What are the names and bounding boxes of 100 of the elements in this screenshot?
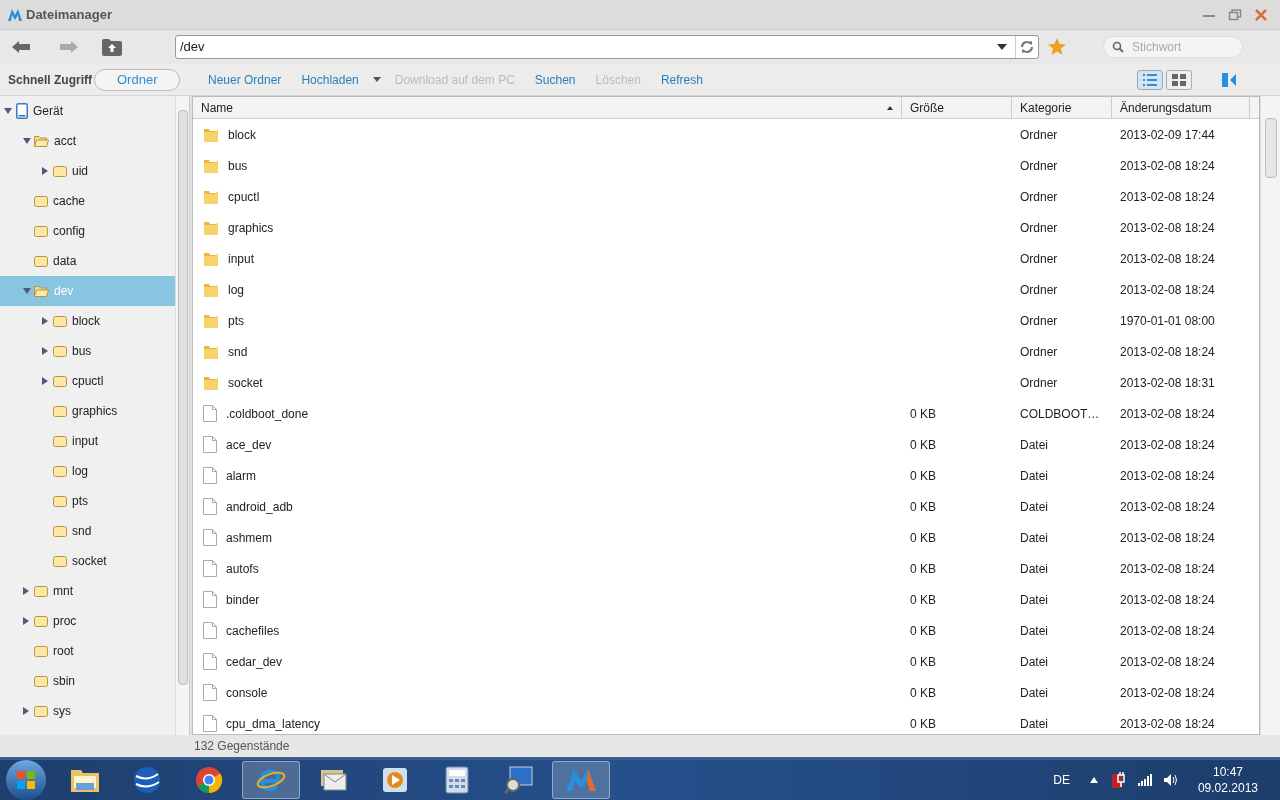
column-header[interactable]: Größe <box>910 98 944 117</box>
expanded-arrow-icon[interactable] <box>23 288 31 294</box>
file-name[interactable]: input <box>228 249 255 268</box>
tree-item[interactable]: log <box>0 456 175 486</box>
file-name[interactable]: graphics <box>228 218 274 237</box>
collapsed-arrow-icon[interactable] <box>23 587 29 595</box>
tree-item[interactable]: config <box>0 216 175 246</box>
scrollbar[interactable] <box>1260 96 1280 735</box>
collapsed-arrow-icon[interactable] <box>42 317 48 325</box>
tree-item[interactable]: acct <box>0 126 175 156</box>
power-plug-icon[interactable] <box>1111 772 1126 788</box>
collapsed-arrow-icon[interactable] <box>23 707 29 715</box>
column-header[interactable]: Änderungsdatum <box>1120 98 1212 117</box>
scrollbar[interactable] <box>175 96 189 735</box>
toolbar-button[interactable]: Neuer Ordner <box>198 68 292 91</box>
tree-item[interactable]: uid <box>0 156 175 186</box>
dropdown-caret-icon[interactable] <box>372 77 381 82</box>
file-name[interactable]: snd <box>228 342 248 361</box>
file-name[interactable]: binder <box>226 590 260 609</box>
file-name[interactable]: bus <box>228 156 248 175</box>
folder-icon <box>34 195 48 207</box>
file-name[interactable]: block <box>228 125 256 144</box>
panel-tab[interactable]: Schnell Zugriff <box>6 68 94 91</box>
tree-item[interactable]: snd <box>0 516 175 546</box>
dropdown-caret-icon[interactable] <box>997 44 1007 50</box>
list-view-button[interactable] <box>1137 69 1163 90</box>
file-name[interactable]: pts <box>228 311 244 330</box>
collapsed-arrow-icon[interactable] <box>42 377 48 385</box>
file-name[interactable]: log <box>228 280 244 299</box>
folder-icon <box>34 585 48 597</box>
tree-label: graphics <box>72 403 118 420</box>
address-bar[interactable]: /dev <box>175 35 1039 59</box>
toolbar-button[interactable]: Suchen <box>524 68 586 91</box>
file-name[interactable]: console <box>226 683 268 702</box>
tree-label: pts <box>72 493 88 510</box>
file-category: Ordner <box>1020 344 1058 359</box>
file-name[interactable]: cedar_dev <box>226 652 283 671</box>
file-name[interactable]: socket <box>228 373 263 392</box>
folder-icon <box>34 225 48 237</box>
sort-ascending-icon[interactable] <box>887 105 893 110</box>
address-field[interactable]: /dev <box>176 37 997 57</box>
tree-item[interactable]: socket <box>0 546 175 576</box>
tree-item[interactable]: bus <box>0 336 175 366</box>
start-button[interactable] <box>6 760 46 800</box>
tree-item[interactable]: input <box>0 426 175 456</box>
expanded-arrow-icon[interactable] <box>4 108 12 114</box>
tree-item[interactable]: cache <box>0 186 175 216</box>
restore-icon[interactable] <box>1228 7 1242 22</box>
file-name[interactable]: ace_dev <box>226 435 272 454</box>
tree-item[interactable]: proc <box>0 606 175 636</box>
letter-e-icon <box>256 766 286 794</box>
expanded-arrow-icon[interactable] <box>23 138 31 144</box>
search-field[interactable]: Stichwort <box>1132 38 1232 56</box>
speaker-icon[interactable] <box>1163 773 1178 787</box>
file-category: Datei <box>1020 468 1048 483</box>
star-icon[interactable] <box>1047 37 1067 57</box>
modified-date: 2013-02-08 18:24 <box>1120 251 1215 266</box>
file-name[interactable]: alarm <box>226 466 256 485</box>
refresh-icon[interactable] <box>1020 40 1034 54</box>
tree-item[interactable]: cpuctl <box>0 366 175 396</box>
file-name[interactable]: .coldboot_done <box>226 404 309 423</box>
tree-item[interactable]: sbin <box>0 666 175 696</box>
file-category: Ordner <box>1020 375 1058 390</box>
collapsed-arrow-icon[interactable] <box>42 167 48 175</box>
file-name[interactable]: cpuctl <box>228 187 260 206</box>
file-size: 0 KB <box>910 685 936 700</box>
folder-icon <box>203 126 219 143</box>
clock-date[interactable]: 09.02.2013 <box>1197 780 1258 796</box>
tree-item[interactable]: mnt <box>0 576 175 606</box>
tree-item[interactable]: Gerät <box>0 96 175 126</box>
file-name[interactable]: autofs <box>226 559 259 578</box>
tree-item[interactable]: root <box>0 636 175 666</box>
file-category: Datei <box>1020 561 1048 576</box>
folder-icon <box>53 525 67 537</box>
signal-bars-icon[interactable] <box>1137 774 1152 786</box>
grid-view-button[interactable] <box>1166 69 1192 90</box>
panel-toggle-icon[interactable] <box>1222 72 1236 87</box>
file-name[interactable]: cachefiles <box>226 621 280 640</box>
folder-icon <box>203 343 219 360</box>
tree-item[interactable]: data <box>0 246 175 276</box>
file-icon <box>203 498 217 515</box>
column-header[interactable]: Kategorie <box>1020 98 1072 117</box>
tree-item[interactable]: sys <box>0 696 175 726</box>
tree-item[interactable]: graphics <box>0 396 175 426</box>
toolbar-button[interactable]: Refresh <box>650 68 713 91</box>
toolbar-button[interactable]: Hochladen <box>291 68 369 91</box>
column-header[interactable]: Name <box>201 98 233 117</box>
clock-time[interactable]: 10:47 <box>1212 764 1243 780</box>
file-name[interactable]: cpu_dma_latency <box>226 714 321 733</box>
search-bar[interactable]: Stichwort <box>1103 36 1243 58</box>
language-indicator[interactable]: DE <box>1053 771 1070 789</box>
file-name[interactable]: android_adb <box>226 497 293 516</box>
file-name[interactable]: ashmem <box>226 528 272 547</box>
collapsed-arrow-icon[interactable] <box>42 347 48 355</box>
tree-item[interactable]: block <box>0 306 175 336</box>
parent-folder-icon[interactable] <box>102 38 122 56</box>
back-arrow-icon[interactable] <box>12 40 30 54</box>
tree-item[interactable]: pts <box>0 486 175 516</box>
collapsed-arrow-icon[interactable] <box>23 617 29 625</box>
tray-caret-icon[interactable] <box>1089 777 1098 783</box>
